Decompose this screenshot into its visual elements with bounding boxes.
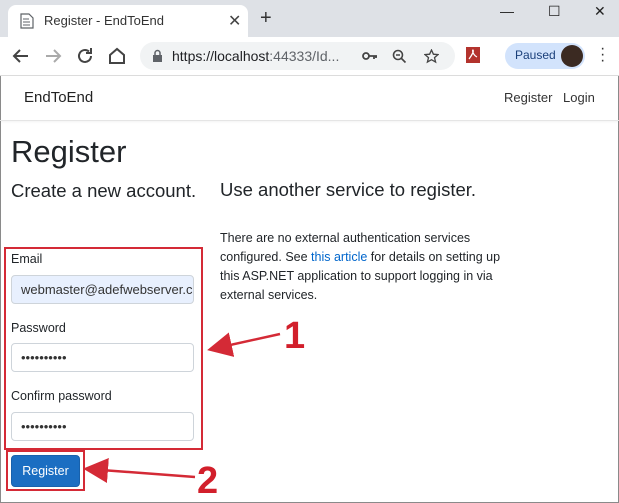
annotation-arrows <box>83 332 281 483</box>
arrow-two <box>83 458 196 483</box>
arrow-one <box>207 332 281 357</box>
annotation-number-two: 2 <box>197 460 219 502</box>
annotation-number-one: 1 <box>284 315 306 357</box>
